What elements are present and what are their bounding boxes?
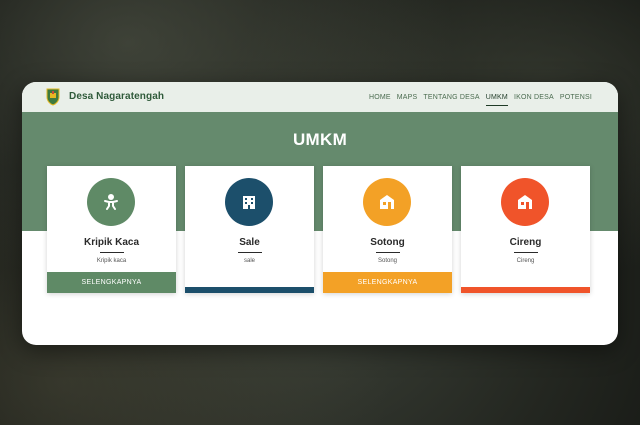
card-subtitle: sale bbox=[243, 258, 255, 264]
shop-icon bbox=[518, 195, 532, 209]
nav-ikon-desa[interactable]: IKON DESA bbox=[514, 92, 554, 103]
website-preview: Desa Nagaratengah HOME MAPS TENTANG DESA… bbox=[22, 82, 618, 345]
selengkapnya-button[interactable]: SELENGKAPNYA bbox=[323, 272, 452, 293]
shop-icon bbox=[380, 195, 394, 209]
card-subtitle: Kripik kaca bbox=[96, 258, 127, 264]
village-logo-icon[interactable] bbox=[46, 88, 60, 106]
card-title: Sotong bbox=[370, 237, 405, 248]
card-accent-bar[interactable] bbox=[461, 287, 590, 293]
umkm-card-kripik-kaca[interactable]: Kripik Kaca Kripik kaca SELENGKAPNYA bbox=[47, 166, 176, 293]
main-nav: HOME MAPS TENTANG DESA UMKM IKON DESA PO… bbox=[369, 82, 592, 112]
card-divider bbox=[100, 252, 124, 253]
nav-potensi[interactable]: POTENSI bbox=[560, 92, 592, 103]
card-title: Sale bbox=[239, 237, 260, 248]
card-icon-circle bbox=[225, 178, 273, 226]
nav-home[interactable]: HOME bbox=[369, 92, 391, 103]
card-title: Kripik Kaca bbox=[83, 237, 140, 248]
nav-tentang-desa[interactable]: TENTANG DESA bbox=[423, 92, 479, 103]
card-icon-circle bbox=[87, 178, 135, 226]
navbar: Desa Nagaratengah HOME MAPS TENTANG DESA… bbox=[22, 82, 618, 112]
card-divider bbox=[376, 252, 400, 253]
page-title: UMKM bbox=[292, 130, 348, 149]
baby-icon bbox=[104, 194, 118, 210]
card-accent-bar[interactable] bbox=[185, 287, 314, 293]
card-title: Cireng bbox=[509, 237, 542, 248]
selengkapnya-button[interactable]: SELENGKAPNYA bbox=[47, 272, 176, 293]
card-divider bbox=[238, 252, 262, 253]
building-icon bbox=[243, 196, 255, 209]
umkm-card-sale[interactable]: Sale sale bbox=[185, 166, 314, 293]
card-subtitle: Cireng bbox=[516, 258, 535, 264]
card-subtitle: Sotong bbox=[377, 258, 398, 264]
brand-name[interactable]: Desa Nagaratengah bbox=[69, 91, 164, 102]
nav-maps[interactable]: MAPS bbox=[397, 92, 418, 103]
nav-umkm[interactable]: UMKM bbox=[485, 92, 509, 106]
card-icon-circle bbox=[363, 178, 411, 226]
card-divider bbox=[514, 252, 538, 253]
umkm-card-sotong[interactable]: Sotong Sotong SELENGKAPNYA bbox=[323, 166, 452, 293]
umkm-card-cireng[interactable]: Cireng Cireng bbox=[461, 166, 590, 293]
card-icon-circle bbox=[501, 178, 549, 226]
